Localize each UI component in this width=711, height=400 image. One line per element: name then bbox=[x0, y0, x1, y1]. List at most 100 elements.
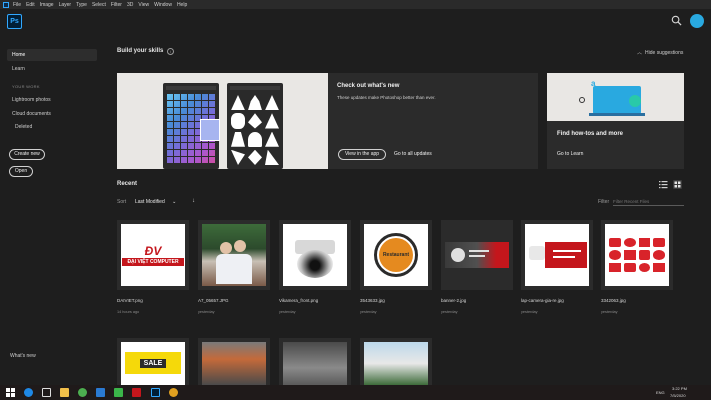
menu-window[interactable]: Window bbox=[154, 2, 172, 8]
hide-suggestions-label: Hide suggestions bbox=[645, 50, 684, 56]
whats-new-card[interactable]: Check out what's new These updates make … bbox=[117, 73, 538, 169]
task-view-icon[interactable] bbox=[42, 388, 51, 397]
restaurant-label: Restaurant bbox=[379, 238, 413, 272]
recent-file-thumb[interactable] bbox=[360, 338, 432, 385]
menu-view[interactable]: View bbox=[138, 2, 149, 8]
sale-image: SALE bbox=[121, 342, 185, 385]
daiviet-logo-image: ĐV ĐẠI VIỆT COMPUTER bbox=[121, 224, 185, 286]
recent-file-thumb[interactable] bbox=[441, 220, 513, 290]
clock-time[interactable]: 3:22 PM bbox=[672, 386, 687, 391]
menu-3d[interactable]: 3D bbox=[127, 2, 133, 8]
go-to-learn-link[interactable]: Go to Learn bbox=[557, 151, 583, 157]
recent-file-thumb[interactable] bbox=[198, 220, 270, 290]
file-date: 14 hours ago bbox=[117, 310, 140, 314]
learn-card[interactable]: a Find how-tos and more Go to Learn bbox=[547, 73, 684, 169]
recent-file-thumb[interactable] bbox=[279, 338, 351, 385]
clock-date[interactable]: 7/5/2020 bbox=[670, 393, 686, 398]
windows-start-icon[interactable] bbox=[6, 388, 15, 397]
view-in-app-button[interactable]: View in the app bbox=[338, 149, 386, 160]
file-name: 3543633.jpg bbox=[360, 298, 385, 303]
file-explorer-icon[interactable] bbox=[60, 388, 69, 397]
create-new-button[interactable]: Create new bbox=[9, 149, 45, 160]
hide-suggestions-link[interactable]: ︿ Hide suggestions bbox=[637, 49, 683, 56]
build-skills-title: Build your skills bbox=[117, 48, 164, 54]
chevron-down-icon: ⌄ bbox=[172, 199, 177, 205]
grid-view-icon[interactable] bbox=[673, 180, 682, 189]
menu-select[interactable]: Select bbox=[92, 2, 106, 8]
swatches-panel bbox=[163, 83, 220, 169]
language-indicator[interactable]: ENG bbox=[656, 390, 665, 395]
file-date: yesterday bbox=[198, 310, 215, 314]
file-name: 3342063.jpg bbox=[601, 298, 626, 303]
sort-value: Last Modified bbox=[135, 199, 165, 205]
vscode-icon[interactable] bbox=[96, 388, 105, 397]
sidebar-item-cloud-documents[interactable]: Cloud documents bbox=[7, 108, 97, 120]
menu-help[interactable]: Help bbox=[177, 2, 187, 8]
recent-file-thumb[interactable] bbox=[521, 220, 593, 290]
file-name: banner-2.jpg bbox=[441, 298, 467, 303]
your-work-heading: YOUR WORK bbox=[12, 84, 40, 89]
open-button[interactable]: Open bbox=[9, 166, 33, 177]
camera-banner-image bbox=[525, 224, 589, 286]
edge-icon[interactable] bbox=[24, 388, 33, 397]
camera-image bbox=[283, 224, 347, 286]
menu-filter[interactable]: Filter bbox=[111, 2, 122, 8]
app-icon[interactable] bbox=[132, 388, 141, 397]
shapes-panel bbox=[227, 83, 283, 169]
search-icon[interactable] bbox=[671, 15, 682, 26]
avatar[interactable] bbox=[690, 14, 704, 28]
whats-new-link[interactable]: What's new bbox=[10, 353, 36, 359]
photo-image bbox=[283, 342, 347, 385]
file-name: DAIVIET.png bbox=[117, 298, 143, 303]
menu-image[interactable]: Image bbox=[40, 2, 54, 8]
recent-file-thumb[interactable]: SALE bbox=[117, 338, 189, 385]
sidebar-item-deleted[interactable]: Deleted bbox=[7, 121, 97, 133]
info-icon[interactable]: i bbox=[167, 48, 174, 55]
sort-select[interactable]: Last Modified ⌄ bbox=[135, 199, 176, 205]
learn-heading: Find how-tos and more bbox=[557, 131, 623, 137]
photoshop-taskbar-icon[interactable] bbox=[151, 388, 160, 397]
whats-new-illustration bbox=[117, 73, 328, 169]
restaurant-logo-image: Restaurant bbox=[364, 224, 428, 286]
file-date: yesterday bbox=[521, 310, 538, 314]
file-date: yesterday bbox=[360, 310, 377, 314]
whats-new-text: These updates make Photoshop better than… bbox=[337, 95, 436, 100]
sidebar-item-lightroom-photos[interactable]: Lightroom photos bbox=[7, 94, 97, 106]
photo-image bbox=[202, 342, 266, 385]
go-to-all-updates-link[interactable]: Go to all updates bbox=[394, 151, 432, 157]
menu-file[interactable]: File bbox=[13, 2, 21, 8]
top-bar: Ps bbox=[0, 9, 711, 33]
app-icon[interactable] bbox=[169, 388, 178, 397]
file-name: A7_05657.JPG bbox=[198, 298, 229, 303]
sidebar-item-learn[interactable]: Learn bbox=[7, 63, 97, 75]
filter-label: Filter bbox=[598, 199, 610, 205]
ps-app-icon bbox=[3, 1, 9, 8]
whats-new-heading: Check out what's new bbox=[337, 83, 400, 89]
recent-file-thumb[interactable]: Restaurant bbox=[360, 220, 432, 290]
photoshop-logo: Ps bbox=[7, 14, 22, 29]
learn-illustration: a bbox=[547, 73, 684, 121]
list-view-icon[interactable] bbox=[659, 180, 668, 189]
file-date: yesterday bbox=[441, 310, 458, 314]
recent-file-thumb[interactable] bbox=[279, 220, 351, 290]
recent-title: Recent bbox=[117, 181, 138, 187]
banner-image bbox=[445, 224, 509, 286]
recent-file-thumb[interactable] bbox=[601, 220, 673, 290]
photo-image bbox=[202, 224, 266, 286]
chevron-up-icon: ︿ bbox=[637, 50, 643, 56]
sort-label: Sort bbox=[117, 199, 127, 205]
filter-input[interactable] bbox=[613, 197, 684, 206]
chrome-icon[interactable] bbox=[78, 388, 87, 397]
menu-layer[interactable]: Layer bbox=[59, 2, 72, 8]
daiviet-logo-mark: ĐV bbox=[144, 244, 162, 258]
menu-edit[interactable]: Edit bbox=[26, 2, 35, 8]
sidebar-item-home[interactable]: Home bbox=[7, 49, 97, 61]
taskbar: ENG 3:22 PM 7/5/2020 bbox=[0, 385, 711, 400]
menu-type[interactable]: Type bbox=[76, 2, 87, 8]
recent-file-thumb[interactable]: ĐV ĐẠI VIỆT COMPUTER bbox=[117, 220, 189, 290]
app-icon[interactable] bbox=[114, 388, 123, 397]
photoshop-home-window: File Edit Image Layer Type Select Filter… bbox=[0, 0, 711, 400]
sort-direction-icon[interactable]: ↓ bbox=[192, 198, 195, 204]
recent-file-thumb[interactable] bbox=[198, 338, 270, 385]
file-name: lap-camera-gia-re.jpg bbox=[521, 298, 564, 303]
